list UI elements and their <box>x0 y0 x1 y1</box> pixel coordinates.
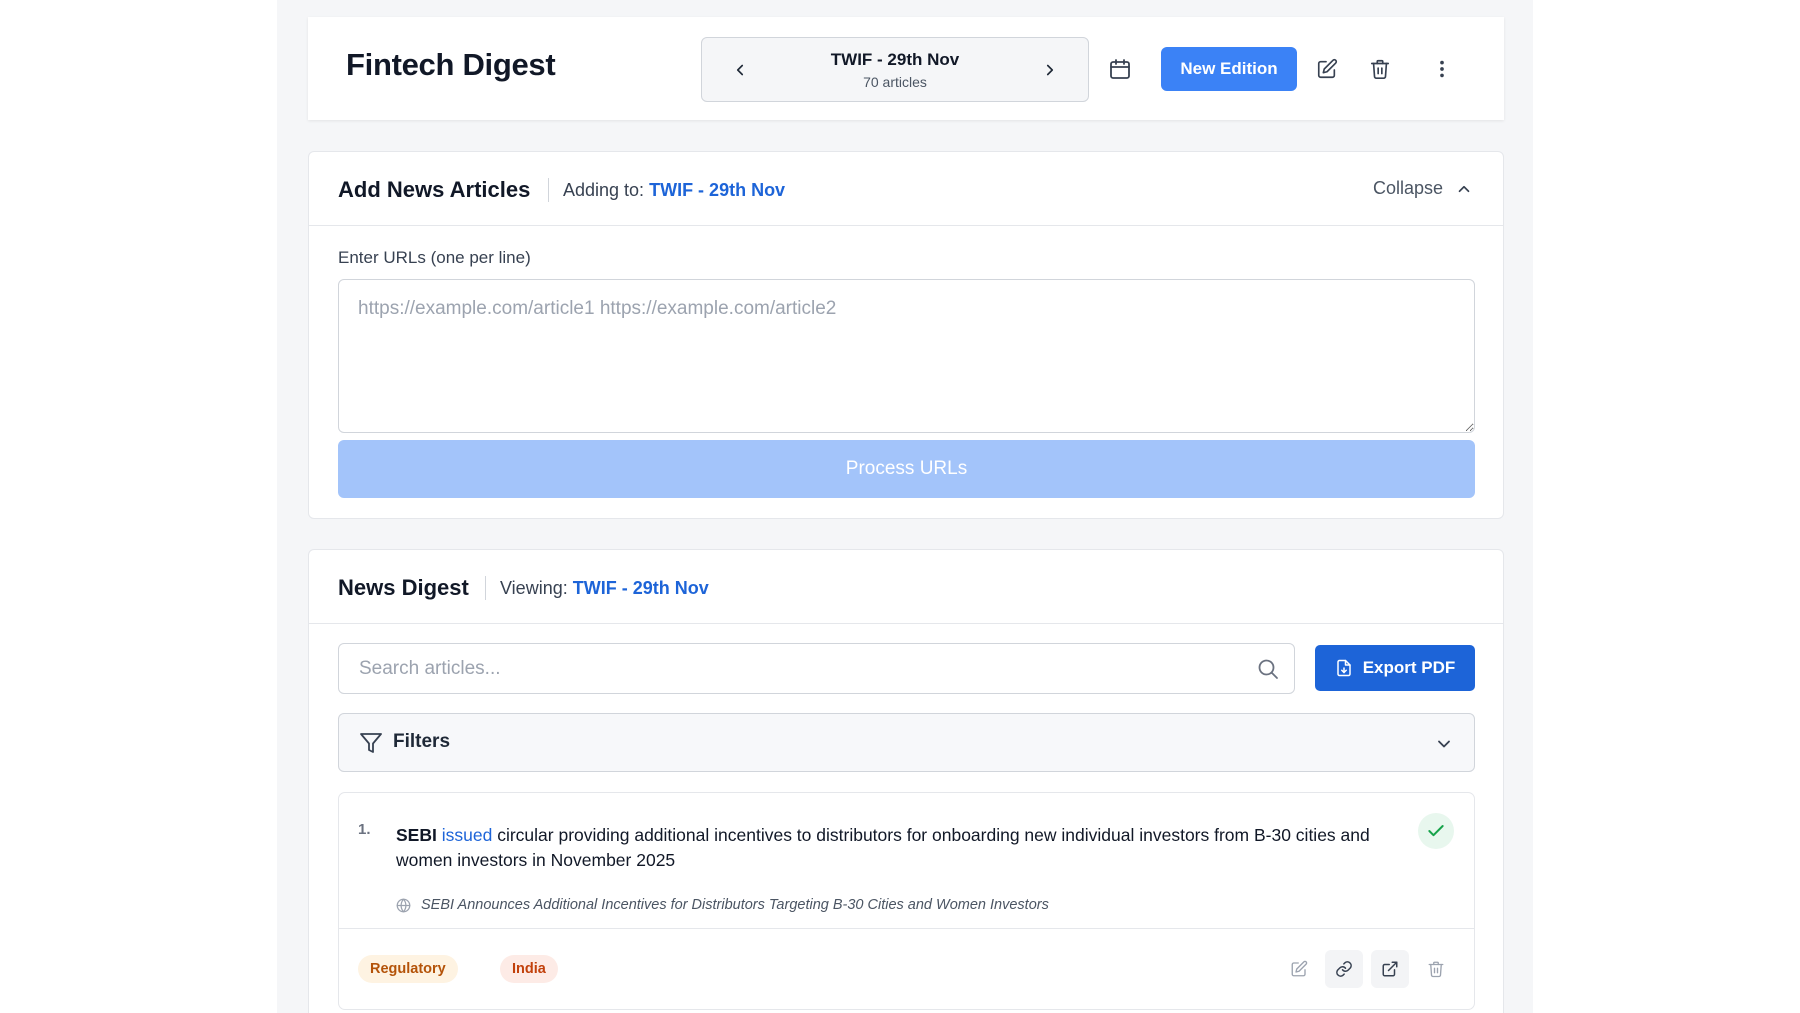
article-number: 1. <box>358 821 371 838</box>
edition-navigator: TWIF - 29th Nov 70 articles <box>701 37 1089 102</box>
export-pdf-button[interactable]: Export PDF <box>1315 645 1475 691</box>
adding-to-label: Adding to: TWIF - 29th Nov <box>563 180 785 201</box>
check-icon <box>1428 825 1444 837</box>
link-icon <box>1336 961 1352 977</box>
news-digest-title: News Digest <box>338 575 469 600</box>
filters-toggle[interactable]: Filters <box>338 713 1475 772</box>
search-input[interactable] <box>340 645 1244 692</box>
adding-to-edition: TWIF - 29th Nov <box>649 180 786 200</box>
add-articles-card: Add News Articles Adding to: TWIF - 29th… <box>308 151 1504 519</box>
edit-icon <box>1317 58 1338 79</box>
more-vertical-icon <box>1440 60 1444 78</box>
edition-article-count: 70 articles <box>863 74 927 90</box>
more-options-button[interactable] <box>1424 51 1460 87</box>
chevron-right-icon <box>1046 64 1054 76</box>
header-divider <box>548 178 549 202</box>
edit-edition-button[interactable] <box>1309 51 1345 87</box>
urls-field-label: Enter URLs (one per line) <box>338 248 531 267</box>
adding-to-prefix: Adding to: <box>563 180 645 200</box>
viewing-prefix: Viewing: <box>500 578 568 598</box>
edit-icon <box>1291 960 1308 977</box>
news-digest-header: News Digest Viewing: TWIF - 29th Nov <box>309 550 1503 624</box>
next-edition-button[interactable] <box>1036 56 1064 84</box>
approve-button[interactable] <box>1418 813 1454 849</box>
new-edition-button[interactable]: New Edition <box>1161 47 1297 91</box>
collapse-label: Collapse <box>1372 178 1443 198</box>
external-link-icon <box>1382 961 1398 977</box>
globe-icon <box>396 898 411 912</box>
article-source-title: SEBI Announces Additional Incentives for… <box>421 897 1049 913</box>
tag-regulatory[interactable]: Regulatory <box>358 955 458 983</box>
search-icon <box>1258 659 1278 679</box>
export-pdf-label: Export PDF <box>1362 658 1456 677</box>
add-articles-title: Add News Articles <box>338 177 531 202</box>
chevron-up-icon <box>1458 185 1470 192</box>
news-digest-card: News Digest Viewing: TWIF - 29th Nov Exp… <box>308 549 1504 1013</box>
app-title: Fintech Digest <box>346 47 556 82</box>
trash-icon <box>1428 961 1444 978</box>
article-body: circular providing additional incentives… <box>396 825 1370 870</box>
article-verb-link[interactable]: issued <box>442 825 493 845</box>
file-export-icon <box>1336 659 1351 677</box>
filter-icon <box>360 733 382 753</box>
article-card: 1. SEBI issued circular providing additi… <box>338 792 1475 1010</box>
calendar-button[interactable] <box>1102 51 1138 87</box>
edit-article-button[interactable] <box>1280 950 1318 988</box>
calendar-icon <box>1110 59 1130 79</box>
article-headline: SEBI issued circular providing additiona… <box>396 823 1396 873</box>
article-subject: SEBI <box>396 825 437 845</box>
search-box <box>338 643 1295 694</box>
app-header: Fintech Digest TWIF - 29th Nov 70 articl… <box>308 17 1504 120</box>
chevron-down-icon <box>1438 740 1450 748</box>
viewing-edition: TWIF - 29th Nov <box>572 578 709 598</box>
delete-article-button[interactable] <box>1417 950 1455 988</box>
trash-icon <box>1370 59 1390 79</box>
edition-name: TWIF - 29th Nov <box>830 50 960 69</box>
viewing-label: Viewing: TWIF - 29th Nov <box>500 578 709 599</box>
collapse-button[interactable]: Collapse <box>1373 178 1473 199</box>
article-source: SEBI Announces Additional Incentives for… <box>396 897 1049 913</box>
open-article-button[interactable] <box>1371 950 1409 988</box>
copy-link-button[interactable] <box>1325 950 1363 988</box>
delete-edition-button[interactable] <box>1362 51 1398 87</box>
process-urls-button[interactable]: Process URLs <box>338 440 1475 498</box>
filters-label: Filters <box>393 731 451 752</box>
tag-india[interactable]: India <box>500 955 558 983</box>
article-divider <box>339 928 1474 929</box>
header-divider <box>485 576 486 600</box>
urls-textarea[interactable] <box>338 279 1475 433</box>
add-articles-header: Add News Articles Adding to: TWIF - 29th… <box>309 152 1503 226</box>
